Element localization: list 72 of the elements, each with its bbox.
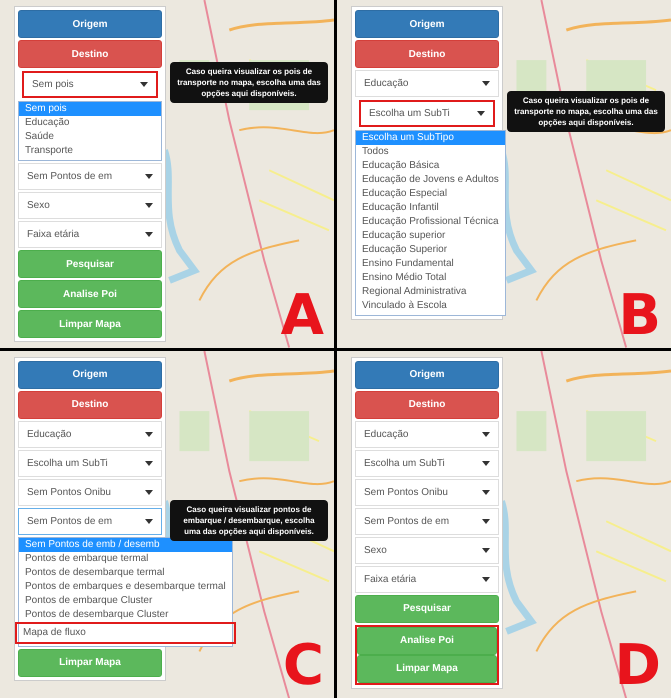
dropdown-select[interactable]: Sem pois <box>22 71 158 98</box>
dropdown-select[interactable]: Sem Pontos de em <box>18 163 162 190</box>
park-area <box>249 410 310 461</box>
dropdown-option[interactable]: Pontos de embarque termal <box>19 552 232 566</box>
panel-letter: D <box>614 638 661 694</box>
caret-icon <box>482 490 490 494</box>
dropdown-select[interactable]: Sem Pontos Onibu <box>18 478 162 506</box>
dropdown-option[interactable]: Educação superior <box>356 229 505 243</box>
dropdown-select[interactable]: Sexo <box>18 192 162 219</box>
caret-icon <box>145 203 153 208</box>
caret-icon <box>482 460 490 466</box>
tooltip: Caso queira visualizar os pois de transporte no mapa, escolha uma das opções aqui disponíveis. <box>507 91 665 132</box>
dropdown-select[interactable]: Escolha um SubTi <box>359 100 495 127</box>
dropdown-option[interactable]: Vinculado à Escola <box>356 299 505 313</box>
caret-icon <box>145 518 153 524</box>
caret-icon <box>145 432 153 436</box>
dropdown-option[interactable]: Todos <box>356 145 505 159</box>
caret-icon <box>482 518 490 524</box>
dropdown-option[interactable]: Saúde <box>19 130 161 144</box>
tooltip: Caso queira visualizar pontos de embarque / desembarque, escolha uma das opções aqui disponíveis. <box>170 500 328 540</box>
park-area <box>516 410 546 451</box>
park-area <box>586 410 646 461</box>
caret-icon <box>140 82 148 87</box>
dropdown-option[interactable]: Pontos de embarques e desembarque termal <box>19 580 232 594</box>
caret-icon <box>145 490 153 494</box>
dropdown-option[interactable]: Pontos de embarque Cluster <box>19 594 232 608</box>
action-button[interactable]: Destino <box>355 40 499 68</box>
dropdown-select[interactable]: Sem Pontos Onibu <box>355 478 499 506</box>
action-button[interactable]: Destino <box>355 390 499 418</box>
caret-icon <box>145 174 153 179</box>
caret-icon <box>482 576 490 582</box>
caret-icon <box>145 460 153 466</box>
dropdown-select[interactable]: Escolha um SubTi <box>355 450 499 476</box>
action-button[interactable]: Origem <box>355 10 499 38</box>
dropdown-select[interactable]: Educação <box>355 420 499 448</box>
dropdown-select[interactable]: Faixa etária <box>18 221 162 248</box>
dropdown-select[interactable]: Sem Pontos de em <box>18 508 162 534</box>
caret-icon <box>477 111 485 116</box>
tooltip: Caso queira visualizar os pois de transporte no mapa, escolha uma das opções aqui disponíveis. <box>170 62 328 103</box>
dropdown-option[interactable]: Educação Básica <box>356 159 505 173</box>
dropdown-option[interactable]: Pontos de desembarque Cluster <box>19 608 232 622</box>
dropdown-select[interactable]: Escolha um SubTi <box>18 450 162 476</box>
dropdown-option[interactable]: Ensino Fundamental <box>356 257 505 271</box>
panel-letter: B <box>618 288 661 344</box>
dropdown-option[interactable]: Mapa de fluxo <box>15 622 236 644</box>
action-button[interactable]: Origem <box>18 10 162 38</box>
dropdown-option[interactable]: Educação Infantil <box>356 201 505 215</box>
panel-letter: A <box>280 288 324 344</box>
dropdown-option[interactable]: Educação de Jovens e Adultos <box>356 173 505 187</box>
action-button[interactable]: Origem <box>355 360 499 388</box>
dropdown-option[interactable]: Educação Especial <box>356 187 505 201</box>
dropdown-select[interactable]: Sem Pontos de em <box>355 508 499 534</box>
caret-icon <box>145 232 153 237</box>
dropdown-option[interactable]: Regional Administrativa <box>356 285 505 299</box>
dropdown-option[interactable]: Educação <box>19 116 161 130</box>
caret-icon <box>482 548 490 552</box>
action-button[interactable]: Destino <box>18 390 162 418</box>
dropdown-option[interactable]: Transporte <box>19 144 161 158</box>
dropdown-select[interactable]: Educação <box>18 420 162 448</box>
dropdown-option[interactable]: Educação Superior <box>356 243 505 257</box>
dropdown-select[interactable]: Educação <box>355 70 499 97</box>
caret-icon <box>482 432 490 436</box>
park-area <box>179 410 210 451</box>
dropdown-select[interactable]: Sexo <box>355 536 499 564</box>
dropdown-select[interactable]: Faixa etária <box>355 566 499 592</box>
caret-icon <box>482 81 490 86</box>
action-button[interactable]: Destino <box>18 40 162 68</box>
panel-letter: C <box>282 638 324 694</box>
dropdown-option[interactable]: Ensino Médio Total <box>356 271 505 285</box>
dropdown-option[interactable]: Educação Profissional Técnica <box>356 215 505 229</box>
dropdown-option[interactable]: Pontos de desembarque termal <box>19 566 232 580</box>
action-button[interactable]: Origem <box>18 360 162 388</box>
